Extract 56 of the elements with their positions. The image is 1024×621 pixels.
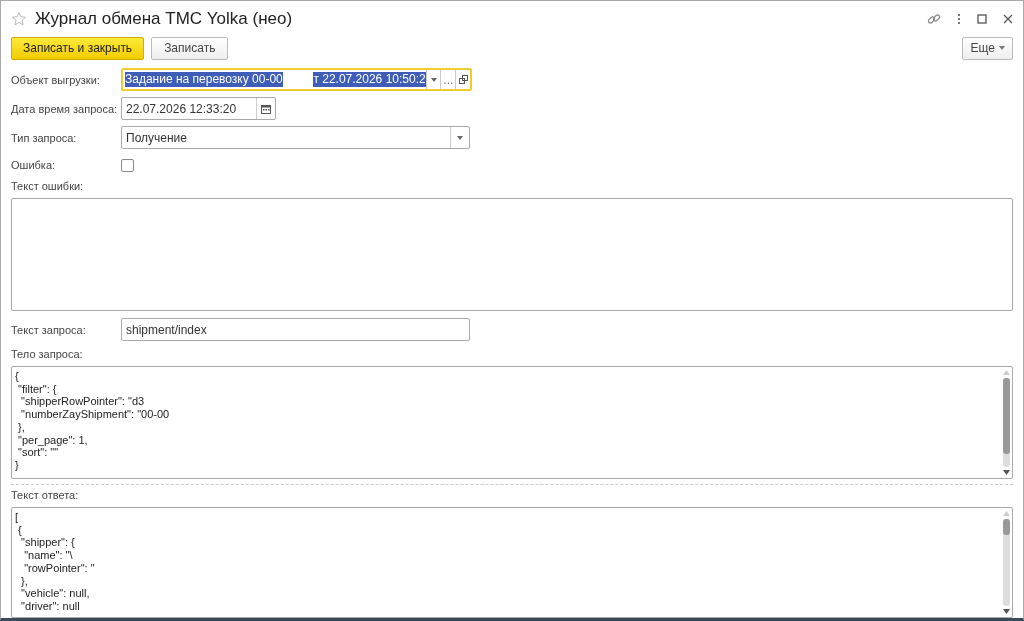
code-line: "per_page": 1,	[17, 433, 89, 447]
dropdown-icon[interactable]	[457, 135, 463, 140]
scroll-down-icon[interactable]	[1002, 609, 1010, 614]
link-icon[interactable]	[927, 11, 941, 26]
scroll-thumb[interactable]	[1002, 378, 1010, 454]
request-type-dropdown[interactable]: Получение	[121, 126, 470, 149]
open-icon[interactable]	[458, 75, 468, 84]
code-line: "shipper": {	[20, 536, 76, 550]
code-line: },	[17, 420, 26, 434]
selected-text: т 22.07.2026 10:50:2	[313, 72, 426, 87]
close-icon[interactable]	[1003, 13, 1013, 24]
field-label: Текст ошибки:	[11, 180, 85, 194]
scroll-down-icon[interactable]	[1002, 470, 1010, 475]
field-label: Дата время запроса:	[11, 102, 119, 115]
code-line: "sort": ""	[17, 446, 60, 459]
object-field[interactable]: Задание на перевозку 00-00 т 22.07.2026 10:50:2 ...	[121, 68, 472, 91]
more-button[interactable]: Еще	[961, 36, 1013, 60]
code-line: {	[15, 370, 20, 383]
window-title: Журнал обмена ТМС Yolka (нео)	[35, 8, 293, 29]
select-button[interactable]: ...	[440, 70, 456, 89]
code-line: "numberZayShipment": "00-00	[20, 408, 171, 421]
field-label: Тип запроса:	[11, 131, 78, 144]
field-label: Текст ответа:	[11, 489, 80, 503]
code-line: "filter": {	[17, 382, 58, 396]
scrollbar[interactable]	[1000, 367, 1012, 478]
field-value: Получение	[125, 130, 187, 145]
code-line: "rowPointer": "	[23, 561, 96, 575]
response-text-area[interactable]: [ { "shipper": { "name": "\ "rowPointer": " }, "vehicle": null, "driver": null	[11, 507, 1013, 618]
code-line: },	[20, 574, 29, 588]
request-body-area[interactable]: { "filter": { "shipperRowPointer": "d3 "numberZayShipment": "00-00 }, "per_page": 1, "sort": "" }	[11, 366, 1013, 479]
scrollbar[interactable]	[1000, 508, 1012, 617]
calendar-icon[interactable]	[261, 103, 271, 114]
code-line: {	[17, 523, 23, 537]
code-line: [	[15, 511, 20, 524]
code-line: "vehicle": null,	[20, 587, 91, 600]
date-field[interactable]: 22.07.2026 12:33:20	[121, 97, 276, 120]
request-text-field[interactable]: shipment/index	[121, 318, 470, 341]
scroll-thumb[interactable]	[1002, 519, 1010, 535]
code-line: "shipperRowPointer": "d3	[20, 395, 146, 409]
selected-text: Задание на перевозку 00-00	[125, 72, 283, 87]
field-label: Объект выгрузки:	[11, 73, 101, 86]
error-checkbox[interactable]	[121, 158, 134, 172]
code-line: "driver": null	[20, 599, 81, 613]
caret-icon	[999, 46, 1005, 50]
field-label: Тело запроса:	[11, 348, 84, 362]
more-icon[interactable]	[957, 12, 961, 25]
code-line: }	[15, 458, 20, 472]
dropdown-icon[interactable]	[430, 77, 437, 82]
field-label: Текст запроса:	[11, 323, 87, 336]
field-value: 22.07.2026 12:33:20	[125, 101, 237, 116]
star-icon[interactable]	[11, 10, 27, 27]
maximize-icon[interactable]	[977, 13, 987, 24]
save-button[interactable]: Записать	[151, 36, 229, 60]
field-label: Ошибка:	[11, 159, 57, 171]
save-and-close-button[interactable]: Записать и закрыть	[11, 36, 145, 60]
code-line: "name": "\	[23, 549, 74, 562]
